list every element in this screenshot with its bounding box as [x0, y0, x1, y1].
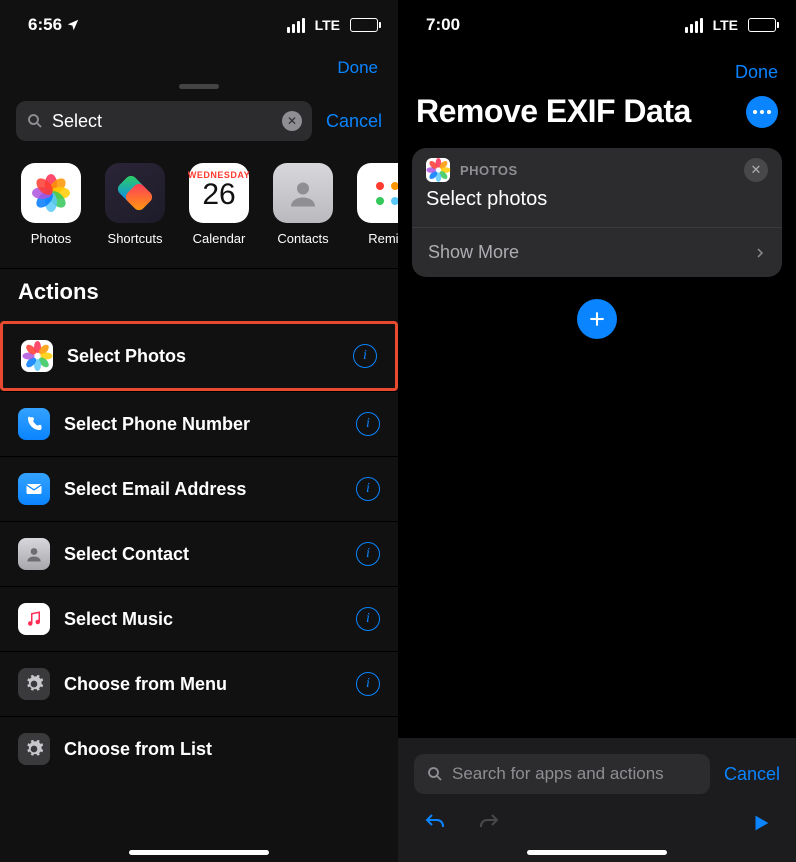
app-label: Contacts [277, 231, 328, 246]
location-icon [66, 18, 80, 32]
card-app-label: PHOTOS [460, 163, 734, 178]
show-more-button[interactable]: Show More [412, 228, 782, 277]
action-label: Choose from Menu [64, 674, 342, 695]
toolbar [412, 804, 782, 836]
info-icon[interactable]: i [356, 607, 380, 631]
redo-button [476, 810, 502, 836]
actions-search-input[interactable]: Search for apps and actions [414, 754, 710, 794]
contacts-icon [18, 538, 50, 570]
photos-app-icon [21, 163, 81, 223]
calendar-date: 26 [202, 180, 235, 210]
left-screenshot: 6:56 LTE Done Select ✕ Cancel Photos [0, 0, 398, 862]
network-label: LTE [315, 17, 340, 33]
search-value: Select [52, 111, 274, 132]
add-action-button[interactable] [577, 299, 617, 339]
action-label: Select Email Address [64, 479, 342, 500]
search-icon [426, 765, 444, 783]
status-time: 6:56 [28, 15, 62, 35]
bottom-panel: Search for apps and actions Cancel [398, 738, 796, 862]
action-label: Select Photos [67, 346, 339, 367]
info-icon[interactable]: i [356, 542, 380, 566]
clear-icon[interactable]: ✕ [282, 111, 302, 131]
battery-icon [748, 18, 776, 32]
search-input[interactable]: Select ✕ [16, 101, 312, 141]
gear-icon [18, 668, 50, 700]
right-screenshot: 7:00 LTE Done Remove EXIF Data PHOTOS ✕ … [398, 0, 796, 862]
phone-icon [18, 408, 50, 440]
more-button[interactable] [746, 96, 778, 128]
music-icon [18, 603, 50, 635]
status-bar: 6:56 LTE [0, 0, 398, 50]
status-time: 7:00 [426, 15, 460, 35]
action-select-phone[interactable]: Select Phone Number i [0, 391, 398, 456]
reminders-app-icon [357, 163, 398, 223]
action-label: Choose from List [64, 739, 380, 760]
sheet-grabber[interactable] [179, 84, 219, 89]
card-title[interactable]: Select photos [412, 182, 782, 227]
signal-icon [685, 18, 703, 33]
home-indicator[interactable] [527, 850, 667, 855]
shortcuts-app-icon [105, 163, 165, 223]
undo-button[interactable] [422, 810, 448, 836]
action-select-photos[interactable]: Select Photos i [0, 321, 398, 391]
app-label: Remin [368, 231, 398, 246]
search-icon [26, 112, 44, 130]
gear-icon [18, 733, 50, 765]
app-photos[interactable]: Photos [18, 163, 84, 246]
status-bar: 7:00 LTE [398, 0, 796, 50]
calendar-app-icon: Wednesday 26 [189, 163, 249, 223]
app-label: Calendar [193, 231, 246, 246]
signal-icon [287, 18, 305, 33]
done-link-hidden[interactable]: Done [0, 50, 398, 82]
apps-strip[interactable]: Photos Shortcuts Wednesday 26 Calendar C… [0, 153, 398, 269]
action-choose-list[interactable]: Choose from List [0, 716, 398, 781]
info-icon[interactable]: i [356, 412, 380, 436]
run-button[interactable] [750, 812, 772, 834]
cancel-button[interactable]: Cancel [326, 111, 382, 132]
show-more-label: Show More [428, 242, 519, 263]
app-label: Photos [31, 231, 71, 246]
home-indicator[interactable] [129, 850, 269, 855]
action-label: Select Contact [64, 544, 342, 565]
app-contacts[interactable]: Contacts [270, 163, 336, 246]
app-reminders[interactable]: Remin [354, 163, 398, 246]
chevron-right-icon [754, 244, 766, 262]
contacts-app-icon [273, 163, 333, 223]
action-label: Select Phone Number [64, 414, 342, 435]
network-label: LTE [713, 17, 738, 33]
info-icon[interactable]: i [356, 672, 380, 696]
mail-icon [18, 473, 50, 505]
action-label: Select Music [64, 609, 342, 630]
action-card: PHOTOS ✕ Select photos Show More [412, 148, 782, 277]
app-label: Shortcuts [108, 231, 163, 246]
photos-icon [426, 158, 450, 182]
search-placeholder: Search for apps and actions [452, 764, 664, 784]
app-shortcuts[interactable]: Shortcuts [102, 163, 168, 246]
info-icon[interactable]: i [356, 477, 380, 501]
done-button[interactable]: Done [398, 50, 796, 93]
shortcut-title: Remove EXIF Data [416, 93, 691, 130]
action-select-email[interactable]: Select Email Address i [0, 456, 398, 521]
action-select-music[interactable]: Select Music i [0, 586, 398, 651]
action-choose-menu[interactable]: Choose from Menu i [0, 651, 398, 716]
actions-header: Actions [0, 269, 398, 321]
battery-icon [350, 18, 378, 32]
app-calendar[interactable]: Wednesday 26 Calendar [186, 163, 252, 246]
info-icon[interactable]: i [353, 344, 377, 368]
photos-icon [21, 340, 53, 372]
cancel-button[interactable]: Cancel [724, 764, 780, 785]
close-icon[interactable]: ✕ [744, 158, 768, 182]
action-select-contact[interactable]: Select Contact i [0, 521, 398, 586]
